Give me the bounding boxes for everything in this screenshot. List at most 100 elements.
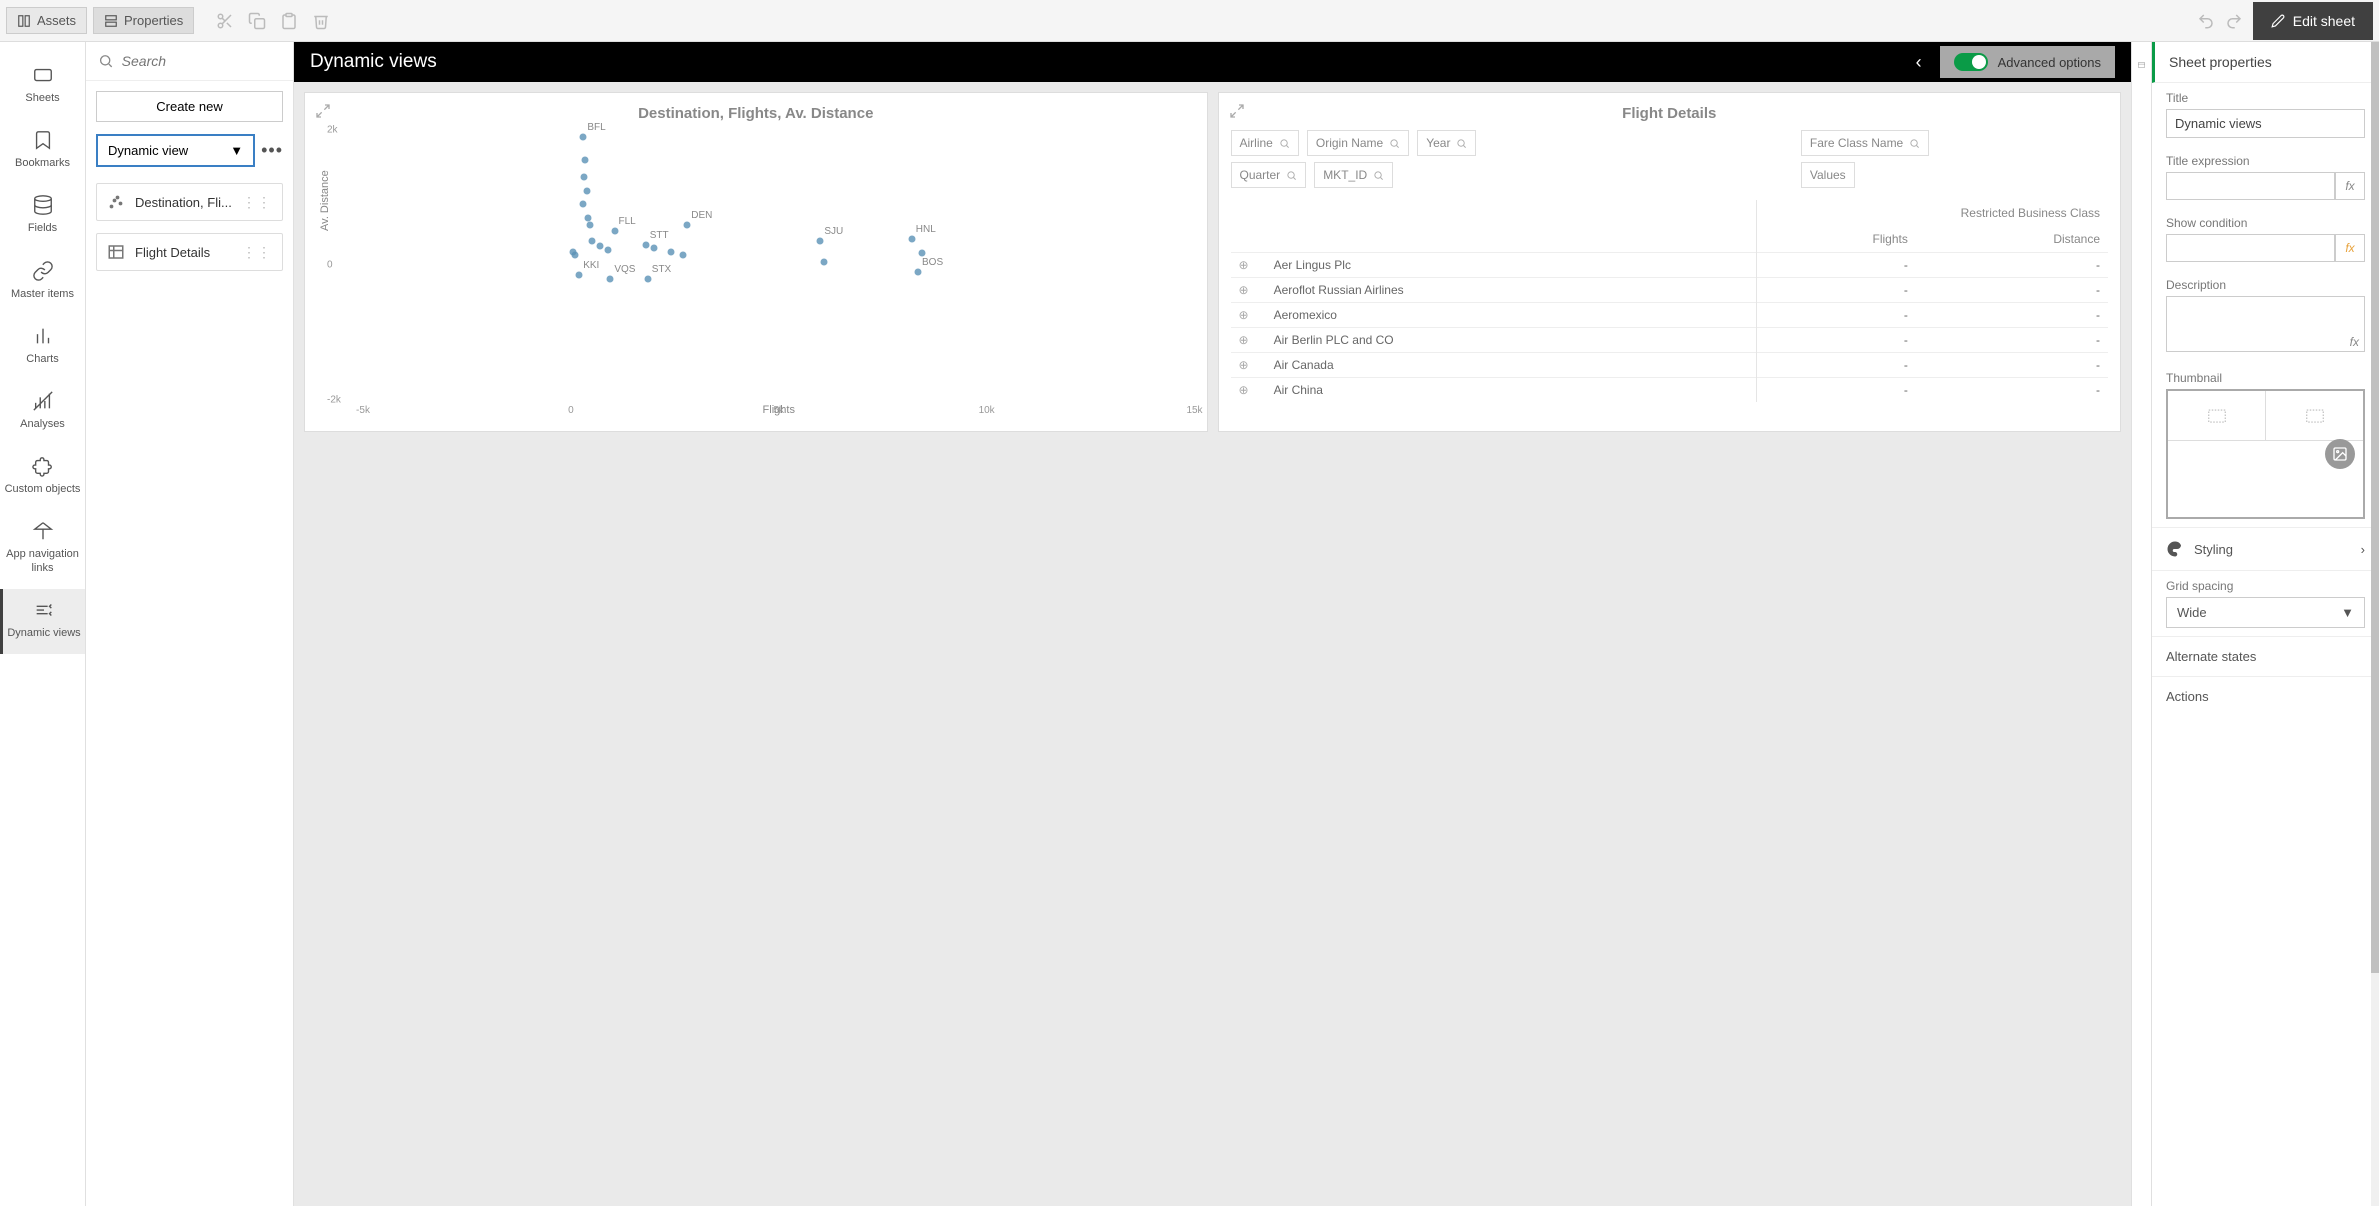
dynamic-view-select[interactable]: Dynamic view ▼ [96, 134, 255, 167]
scatter-point[interactable] [586, 221, 593, 228]
expand-icon[interactable]: ⊕ [1231, 278, 1266, 303]
description-input[interactable] [2166, 296, 2365, 352]
table-row[interactable]: ⊕Aeromexico-- [1231, 303, 2109, 328]
actions-row[interactable]: Actions [2152, 676, 2379, 716]
filter-chip[interactable]: Year [1417, 130, 1476, 156]
scatter-point[interactable] [581, 174, 588, 181]
rail-app-nav[interactable]: App navigation links [0, 510, 85, 588]
scatter-point[interactable] [596, 243, 603, 250]
scatter-point[interactable] [580, 201, 587, 208]
expand-icon[interactable]: ⊕ [1231, 253, 1266, 278]
thumbnail-preview [2166, 389, 2365, 519]
scatter-point[interactable] [651, 245, 658, 252]
scatter-label: STT [650, 230, 669, 241]
alt-states-row[interactable]: Alternate states [2152, 636, 2379, 676]
chart-panel[interactable]: Destination, Flights, Av. Distance Av. D… [304, 92, 1208, 432]
rail-custom-objects[interactable]: Custom objects [0, 445, 85, 510]
scatter-point[interactable] [915, 268, 922, 275]
expand-icon[interactable] [315, 103, 331, 119]
table-row[interactable]: ⊕Air Berlin PLC and CO-- [1231, 328, 2109, 353]
assets-panel: Create new Dynamic view ▼ ••• Destinatio… [86, 42, 294, 1206]
table-row[interactable]: ⊕Aer Lingus Plc-- [1231, 253, 2109, 278]
scatter-point[interactable] [919, 249, 926, 256]
dv-more-button[interactable]: ••• [261, 140, 283, 161]
undo-icon[interactable] [2197, 12, 2215, 30]
scatter-point[interactable] [817, 238, 824, 245]
fx-icon[interactable]: fx [2350, 335, 2359, 349]
scatter-point[interactable] [588, 238, 595, 245]
scrollbar-thumb[interactable] [2371, 42, 2379, 973]
rail-master-items[interactable]: Master items [0, 250, 85, 315]
redo-icon[interactable] [2225, 12, 2243, 30]
expand-icon[interactable]: ⊕ [1231, 378, 1266, 403]
scatter-point[interactable] [611, 228, 618, 235]
scatter-point[interactable] [667, 248, 674, 255]
airline-name: Aer Lingus Plc [1266, 253, 1757, 278]
expand-icon[interactable]: ⊕ [1231, 353, 1266, 378]
scatter-point[interactable] [607, 275, 614, 282]
show-cond-input[interactable] [2166, 234, 2335, 262]
tab-assets[interactable]: Assets [6, 7, 87, 34]
grid-spacing-select[interactable]: Wide ▼ [2166, 597, 2365, 628]
scatter-point[interactable] [680, 251, 687, 258]
scatter-point[interactable] [642, 241, 649, 248]
expand-icon[interactable]: ⊕ [1231, 303, 1266, 328]
edit-sheet-button[interactable]: Edit sheet [2253, 2, 2373, 40]
table-row[interactable]: ⊕Air Canada-- [1231, 353, 2109, 378]
expand-icon[interactable] [1229, 103, 1245, 119]
search-input[interactable] [122, 53, 281, 69]
puzzle-icon [32, 455, 54, 477]
scatter-point[interactable] [569, 248, 576, 255]
rail-analyses[interactable]: Analyses [0, 380, 85, 445]
collapse-icon[interactable]: ‹ [1916, 52, 1922, 73]
scatter-point[interactable] [582, 157, 589, 164]
scatter-point[interactable] [644, 275, 651, 282]
filter-chip[interactable]: Airline [1231, 130, 1299, 156]
scatter-point[interactable] [576, 272, 583, 279]
scatter-point[interactable] [605, 247, 612, 254]
edit-sheet-label: Edit sheet [2293, 13, 2355, 29]
scrollbar[interactable] [2371, 42, 2379, 1206]
advanced-toggle[interactable]: Advanced options [1940, 46, 2115, 78]
table-row[interactable]: ⊕Air China-- [1231, 378, 2109, 403]
flights-cell: - [1757, 328, 1916, 353]
col-distance[interactable]: Distance [1916, 226, 2108, 253]
fx-button[interactable]: fx [2335, 172, 2365, 200]
fx-icon: fx [2345, 241, 2354, 255]
scatter-point[interactable] [684, 221, 691, 228]
expand-icon[interactable]: ⊕ [1231, 328, 1266, 353]
table-panel[interactable]: Flight Details AirlineOrigin NameYear Qu… [1218, 92, 2122, 432]
filter-chip[interactable]: MKT_ID [1314, 162, 1393, 188]
scatter-point[interactable] [580, 133, 587, 140]
create-new-button[interactable]: Create new [96, 91, 283, 122]
cut-icon[interactable] [216, 12, 234, 30]
paste-icon[interactable] [280, 12, 298, 30]
filter-chip[interactable]: Origin Name [1307, 130, 1409, 156]
col-flights[interactable]: Flights [1757, 226, 1916, 253]
asset-card-scatter[interactable]: Destination, Fli... ⋮⋮ [96, 183, 283, 221]
right-rail-layout[interactable] [2131, 42, 2151, 1206]
table-row[interactable]: ⊕Aeroflot Russian Airlines-- [1231, 278, 2109, 303]
title-input[interactable]: Dynamic views [2166, 109, 2365, 138]
filter-fare-class[interactable]: Fare Class Name [1801, 130, 1929, 156]
delete-icon[interactable] [312, 12, 330, 30]
rail-charts[interactable]: Charts [0, 315, 85, 380]
image-upload-button[interactable] [2325, 439, 2355, 469]
rail-sheets[interactable]: Sheets [0, 54, 85, 119]
rail-bookmarks-label: Bookmarks [15, 157, 70, 170]
copy-icon[interactable] [248, 12, 266, 30]
rail-bookmarks[interactable]: Bookmarks [0, 119, 85, 184]
rail-fields[interactable]: Fields [0, 184, 85, 249]
filter-chip[interactable]: Quarter [1231, 162, 1307, 188]
fx-button[interactable]: fx [2335, 234, 2365, 262]
chart-icon [32, 325, 54, 347]
asset-card-table[interactable]: Flight Details ⋮⋮ [96, 233, 283, 271]
filter-values[interactable]: Values [1801, 162, 1855, 188]
scatter-point[interactable] [821, 258, 828, 265]
scatter-point[interactable] [908, 236, 915, 243]
styling-row[interactable]: Styling › [2152, 527, 2379, 570]
scatter-point[interactable] [583, 187, 590, 194]
rail-dynamic-views[interactable]: Dynamic views [0, 589, 85, 654]
tab-properties[interactable]: Properties [93, 7, 194, 34]
title-expr-input[interactable] [2166, 172, 2335, 200]
